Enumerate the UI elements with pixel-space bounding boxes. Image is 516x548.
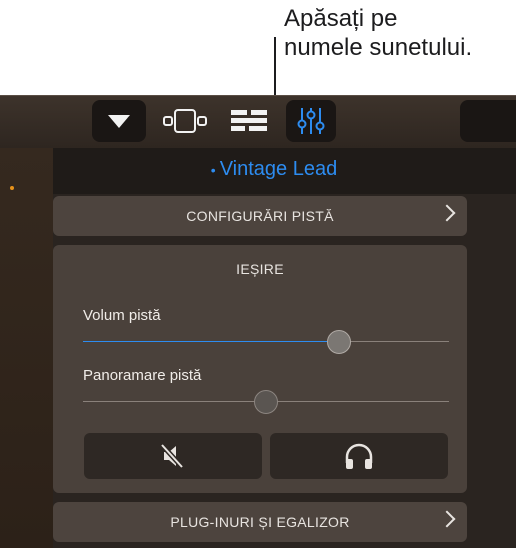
speaker-mute-icon bbox=[160, 443, 184, 469]
dropdown-button[interactable] bbox=[92, 100, 146, 142]
mixer-sliders-icon bbox=[297, 108, 325, 134]
toolbar bbox=[0, 95, 516, 148]
pan-label: Panoramare pistă bbox=[83, 367, 202, 384]
solo-button[interactable] bbox=[270, 433, 448, 479]
output-title: IEȘIRE bbox=[236, 261, 284, 277]
volume-slider[interactable] bbox=[83, 330, 449, 354]
headphones-icon bbox=[345, 443, 373, 469]
output-panel: IEȘIRE Volum pistă Panoramare pistă bbox=[53, 245, 467, 493]
pan-slider-knob[interactable] bbox=[254, 390, 278, 414]
view-buttons bbox=[160, 100, 272, 142]
playhead-indicator bbox=[10, 186, 14, 190]
mute-button[interactable] bbox=[84, 433, 262, 479]
tracks-area bbox=[0, 148, 53, 548]
volume-fill bbox=[83, 341, 340, 342]
chevron-right-icon bbox=[438, 204, 456, 222]
plugins-eq-label: PLUG-INURI ȘI EGALIZOR bbox=[170, 514, 350, 530]
sound-name-button[interactable]: • Vintage Lead bbox=[0, 158, 516, 181]
sound-name-bullet: • bbox=[210, 161, 216, 178]
volume-label: Volum pistă bbox=[83, 307, 161, 324]
track-settings-button[interactable]: CONFIGURĂRI PISTĂ bbox=[53, 196, 467, 236]
volume-slider-knob[interactable] bbox=[327, 330, 352, 354]
track-controls-button[interactable] bbox=[286, 100, 336, 142]
triangle-down-icon bbox=[108, 114, 130, 128]
plugins-eq-button[interactable]: PLUG-INURI ȘI EGALIZOR bbox=[53, 502, 467, 542]
list-editor-icon[interactable] bbox=[229, 107, 269, 135]
track-view-icon[interactable] bbox=[163, 107, 211, 135]
chevron-right-icon bbox=[438, 510, 456, 528]
toolbar-right-button[interactable] bbox=[460, 100, 516, 142]
callout-text: Apăsați pe numele sunetului. bbox=[284, 5, 473, 61]
track-settings-label: CONFIGURĂRI PISTĂ bbox=[186, 208, 334, 224]
sound-name-label: Vintage Lead bbox=[219, 158, 338, 180]
pan-slider[interactable] bbox=[83, 390, 449, 414]
